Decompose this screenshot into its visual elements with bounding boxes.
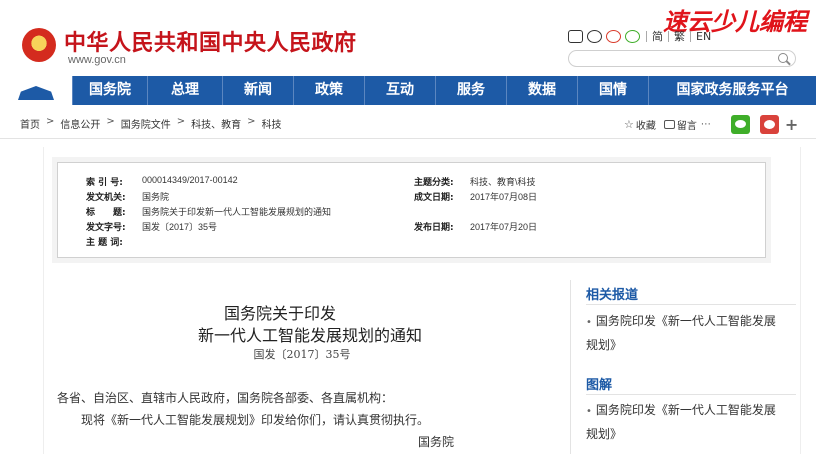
breadcrumb-science[interactable]: 科技 (262, 116, 282, 131)
bullet-icon: • (586, 406, 592, 417)
comment-button[interactable]: 留言 (677, 117, 697, 132)
info-docno: 发文字号: 国发〔2017〕35号 (86, 220, 217, 233)
tiananmen-logo-icon[interactable] (0, 76, 72, 105)
more-icon[interactable]: ⋯ (701, 119, 711, 130)
info-topic: 主题分类: 科技、教育\科技 (414, 175, 536, 188)
breadcrumb-separator: > (46, 116, 55, 127)
national-emblem-icon (22, 28, 56, 62)
nav-item-state-council[interactable]: 国务院 (72, 76, 147, 105)
related-item[interactable]: • 国务院印发《新一代人工智能发展规划》 (586, 310, 776, 356)
divider (668, 30, 669, 42)
info-docno-value: 国发〔2017〕35号 (142, 222, 218, 232)
site-url: www.gov.cn (68, 54, 126, 66)
nav-item-interaction[interactable]: 互动 (364, 76, 435, 105)
breadcrumb-home[interactable]: 首页 (20, 116, 40, 131)
app-icon[interactable] (587, 29, 602, 43)
nav-item-service-platform[interactable]: 国家政务服务平台 (648, 76, 816, 105)
comment-icon[interactable] (663, 120, 675, 129)
info-docno-label: 发文字号: (86, 223, 126, 233)
search-input[interactable] (568, 50, 796, 67)
nav-item-services[interactable]: 服务 (435, 76, 506, 105)
divider (586, 394, 796, 395)
breadcrumb-separator: > (106, 116, 115, 127)
page-tools: ☆ 收藏 留言 ⋯ + (624, 115, 798, 134)
info-published: 发布日期: 2017年07月20日 (414, 220, 537, 233)
bullet-icon: • (586, 317, 592, 328)
more-share-icon[interactable]: + (785, 115, 798, 134)
info-issuer-label: 发文机关: (86, 193, 126, 203)
nav-item-national-info[interactable]: 国情 (577, 76, 648, 105)
top-tools: 简 繁 EN (568, 28, 714, 44)
info-title: 标 题: 国务院关于印发新一代人工智能发展规划的通知 (86, 205, 331, 218)
related-reports-heading: 相关报道 (586, 288, 639, 303)
info-topic-value: 科技、教育\科技 (470, 177, 536, 187)
article-title-line1: 国务院关于印发 (223, 304, 336, 323)
article-docno: 国发〔2017〕35号 (253, 348, 351, 361)
article-body: 现将《新一代人工智能发展规划》印发给你们，请认真贯彻执行。 (81, 413, 430, 427)
article-signature: 国务院 (418, 435, 455, 449)
info-written-label: 成文日期: (414, 193, 454, 203)
info-title-value: 国务院关于印发新一代人工智能发展规划的通知 (142, 207, 332, 217)
info-issuer-value: 国务院 (142, 192, 170, 202)
main-nav: 国务院 总理 新闻 政策 互动 服务 数据 国情 国家政务服务平台 (0, 76, 816, 105)
sidebar-divider (570, 280, 571, 454)
nav-item-data[interactable]: 数据 (506, 76, 577, 105)
info-written-value: 2017年07月08日 (470, 192, 538, 202)
info-issuer: 发文机关: 国务院 (86, 190, 169, 203)
share-weibo-icon[interactable] (759, 115, 779, 134)
info-index-value: 000014349/2017-00142 (142, 175, 238, 185)
breadcrumb-state-council-docs[interactable]: 国务院文件 (121, 116, 171, 131)
mail-icon[interactable] (568, 29, 583, 43)
info-topic-label: 主题分类: (414, 178, 454, 188)
lang-simplified-link[interactable]: 简 (652, 28, 663, 44)
graphic-heading: 图解 (586, 378, 613, 393)
share-wechat-icon[interactable] (730, 115, 750, 134)
breadcrumb-bar: 首页 > 信息公开 > 国务院文件 > 科技、教育 > 科技 ☆ 收藏 留言 ⋯… (0, 105, 816, 139)
lang-traditional-link[interactable]: 繁 (674, 28, 685, 44)
divider (690, 30, 691, 42)
info-keywords: 主 题 词: (86, 235, 142, 248)
info-written: 成文日期: 2017年07月08日 (414, 190, 537, 203)
site-title[interactable]: 中华人民共和国中央人民政府 (64, 25, 357, 57)
breadcrumb-sci-edu[interactable]: 科技、教育 (191, 116, 241, 131)
search-icon[interactable] (778, 53, 788, 63)
info-index-label: 索 引 号: (86, 178, 123, 188)
breadcrumb-separator: > (247, 116, 256, 127)
breadcrumb: 首页 > 信息公开 > 国务院文件 > 科技、教育 > 科技 (20, 116, 282, 131)
weibo-icon[interactable] (606, 29, 621, 43)
graphic-item[interactable]: • 国务院印发《新一代人工智能发展规划》 (586, 399, 776, 445)
breadcrumb-separator: > (176, 116, 186, 127)
breadcrumb-info-disclosure[interactable]: 信息公开 (60, 116, 100, 131)
info-published-value: 2017年07月20日 (470, 222, 538, 232)
wechat-icon[interactable] (625, 29, 640, 43)
favorite-button[interactable]: 收藏 (636, 117, 656, 132)
lang-english-link[interactable]: EN (696, 30, 711, 43)
star-icon[interactable]: ☆ (624, 118, 634, 131)
document-info-box: 索 引 号: 000014349/2017-00142 主题分类: 科技、教育\… (57, 162, 766, 258)
info-title-label: 标 题: (86, 208, 126, 218)
info-index: 索 引 号: 000014349/2017-00142 (86, 175, 238, 188)
divider (646, 30, 647, 42)
nav-item-premier[interactable]: 总理 (147, 76, 222, 105)
graphic-item-link[interactable]: 国务院印发《新一代人工智能发展规划》 (586, 403, 776, 441)
article-title-line2: 新一代人工智能发展规划的通知 (197, 326, 422, 345)
divider (586, 304, 796, 305)
nav-item-policy[interactable]: 政策 (293, 76, 364, 105)
nav-item-news[interactable]: 新闻 (222, 76, 293, 105)
related-item-link[interactable]: 国务院印发《新一代人工智能发展规划》 (586, 314, 776, 352)
site-header: 中华人民共和国中央人民政府 www.gov.cn 速云少儿编程 简 繁 EN (0, 0, 816, 76)
info-published-label: 发布日期: (414, 223, 454, 233)
article-addressee: 各省、自治区、直辖市人民政府，国务院各部委、各直属机构： (57, 391, 394, 405)
info-keywords-label: 主 题 词: (86, 238, 123, 248)
